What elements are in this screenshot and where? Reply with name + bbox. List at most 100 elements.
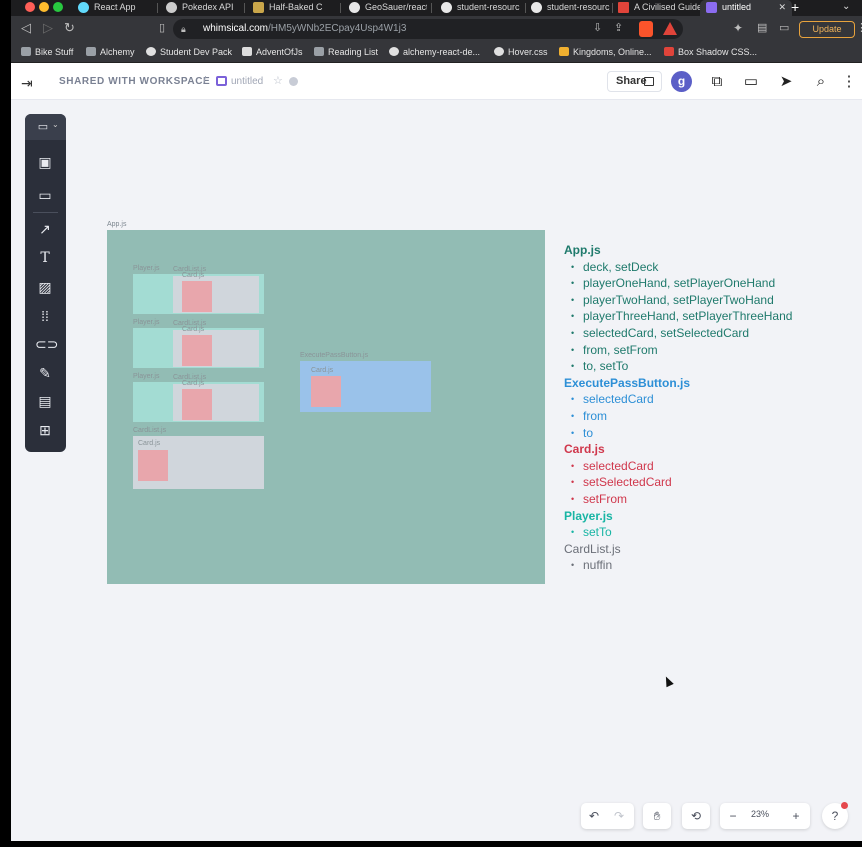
globe-icon (166, 2, 177, 13)
wallet-icon[interactable]: ▭ (779, 20, 789, 36)
browser-frame-icon[interactable]: ▭ (35, 186, 55, 204)
github-icon (441, 2, 452, 13)
close-tab-icon[interactable]: ✕ (778, 0, 786, 15)
tab-geosauer-react[interactable]: GeoSauer/react (343, 0, 427, 16)
reload-icon[interactable]: ↻ (64, 20, 75, 36)
extensions-icon[interactable]: ✦ (733, 20, 743, 36)
board-selector[interactable]: ▭ ⌄ (25, 114, 66, 140)
arrow-icon[interactable]: ↗ (35, 220, 55, 238)
bookmark-label: Kingdoms, Online... (573, 47, 652, 57)
hand-icon: ✋︎ (653, 809, 661, 823)
bookmark-hover-css[interactable]: Hover.css (494, 45, 548, 59)
bookmark-alchemy-react[interactable]: alchemy-react-de... (389, 45, 480, 59)
globe-icon (494, 47, 504, 56)
more-options-icon[interactable]: ⋮ (839, 72, 859, 92)
zoom-in-icon[interactable]: + (786, 807, 806, 825)
back-icon[interactable]: ◁ (21, 20, 31, 36)
tab-pokedex-api[interactable]: Pokedex API (160, 0, 242, 16)
tab-student-resources-1[interactable]: student-resourc (435, 0, 523, 16)
card-box[interactable] (182, 335, 212, 366)
app-header: ⇥ SHARED WITH WORKSPACE / untitled ☆ Sha… (11, 63, 862, 100)
comments-icon[interactable]: ▭ (741, 72, 761, 92)
brave-shields-icon[interactable] (639, 21, 653, 37)
zoom-out-icon[interactable]: − (723, 807, 743, 825)
document-title[interactable]: untitled (231, 76, 263, 87)
sidebar-icon[interactable]: ▤ (757, 20, 767, 36)
url-text[interactable]: whimsical.com/HM5yWNb2ECpay4Usp4W1j3 (203, 19, 603, 39)
bookmark-reading-list[interactable]: Reading List (314, 45, 378, 59)
notes-text-block[interactable]: App.js deck, setDeckplayerOneHand, setPla… (564, 242, 854, 574)
update-button[interactable]: Update (799, 21, 855, 38)
tab-student-resources-2[interactable]: student-resourc (525, 0, 610, 16)
close-window-icon[interactable] (25, 2, 35, 12)
menu-icon[interactable]: ⋮ (856, 20, 862, 36)
board-icon (216, 76, 227, 86)
js-icon (618, 2, 629, 13)
link-icon[interactable]: ⊂⊃ (35, 335, 58, 353)
address-bar-row: ◁ ▷ ↻ ▯ 🔒︎ whimsical.com/HM5yWNb2ECpay4U… (11, 16, 862, 42)
present-icon[interactable]: ⧉ (707, 72, 727, 92)
card-box[interactable] (182, 281, 212, 312)
card-box[interactable] (311, 376, 341, 407)
card-check-icon[interactable]: ▣ (35, 153, 55, 171)
undo-icon[interactable]: ↶ (584, 807, 604, 825)
note-heading: App.js (564, 243, 601, 257)
zoom-group: − 23% + (720, 803, 810, 829)
add-icon[interactable]: ⊞ (35, 421, 55, 439)
grid-icon[interactable]: ⁞⁞ (35, 307, 55, 325)
bookmark-alchemy[interactable]: Alchemy (86, 45, 135, 59)
lock-icon: 🔒︎ (181, 24, 186, 34)
tab-react-app[interactable]: React App (72, 0, 154, 16)
github-icon (349, 2, 360, 13)
bookmark-box-shadow[interactable]: Box Shadow CSS... (664, 45, 757, 59)
user-avatar[interactable]: g (671, 71, 692, 92)
bookmark-icon[interactable]: ▯ (159, 20, 165, 36)
note-item: playerTwoHand, setPlayerTwoHand (564, 292, 854, 309)
share-page-icon[interactable]: ⇪ (614, 20, 623, 36)
redo-icon[interactable]: ↷ (609, 807, 629, 825)
note-item: setSelectedCard (564, 474, 854, 491)
hand-tool[interactable]: ✋︎ (643, 803, 671, 829)
folder-icon (314, 47, 324, 56)
card-box[interactable] (138, 450, 168, 481)
forward-icon[interactable]: ▷ (43, 20, 53, 36)
share-icon (644, 77, 654, 86)
star-icon[interactable]: ☆ (273, 74, 283, 87)
screen-border (0, 841, 862, 847)
bookmark-kingdoms[interactable]: Kingdoms, Online... (559, 45, 652, 59)
site-icon (253, 2, 264, 13)
share-label: Share (616, 75, 647, 87)
note-heading: Player.js (564, 508, 613, 523)
workspace-breadcrumb[interactable]: SHARED WITH WORKSPACE (59, 76, 210, 87)
send-icon[interactable]: ➤ (776, 72, 796, 92)
zoom-level[interactable]: 23% (742, 809, 778, 819)
tab-untitled[interactable]: untitled ✕ (700, 0, 792, 16)
image-icon[interactable]: ▨ (35, 278, 55, 296)
tab-half-baked[interactable]: Half-Baked C (247, 0, 337, 16)
share-button[interactable]: Share (607, 71, 662, 92)
section-icon[interactable]: ▤ (35, 392, 55, 410)
bookmark-bike-stuff[interactable]: Bike Stuff (21, 45, 73, 59)
text-icon[interactable]: T (35, 249, 55, 267)
folder-icon (86, 47, 96, 56)
github-icon (389, 47, 399, 56)
tab-search-chevron-icon[interactable]: ⌄ (842, 1, 850, 12)
new-tab-icon[interactable]: + (791, 0, 799, 15)
bookmark-adventofjs[interactable]: AdventOfJs (242, 45, 303, 59)
pen-icon[interactable]: ✎ (35, 364, 55, 382)
search-icon[interactable]: ⌕ (811, 72, 831, 92)
tab-label: untitled (722, 2, 752, 12)
sidebar-toggle-icon[interactable]: ⇥ (21, 75, 33, 92)
note-item: playerOneHand, setPlayerOneHand (564, 275, 854, 292)
install-icon[interactable]: ⇩ (593, 20, 602, 36)
note-item: selectedCard (564, 391, 854, 408)
minimize-window-icon[interactable] (39, 2, 49, 12)
maximize-window-icon[interactable] (53, 2, 63, 12)
tab-civilised-guide[interactable]: A Civilised Guide (612, 0, 700, 16)
card-box[interactable] (182, 389, 212, 420)
note-item: to (564, 425, 854, 442)
card-label: Card.js (182, 380, 205, 387)
history-tool[interactable]: ⟲ (682, 803, 710, 829)
chevron-down-icon: ⌄ (52, 120, 59, 129)
bookmark-student-dev-pack[interactable]: Student Dev Pack (146, 45, 232, 59)
